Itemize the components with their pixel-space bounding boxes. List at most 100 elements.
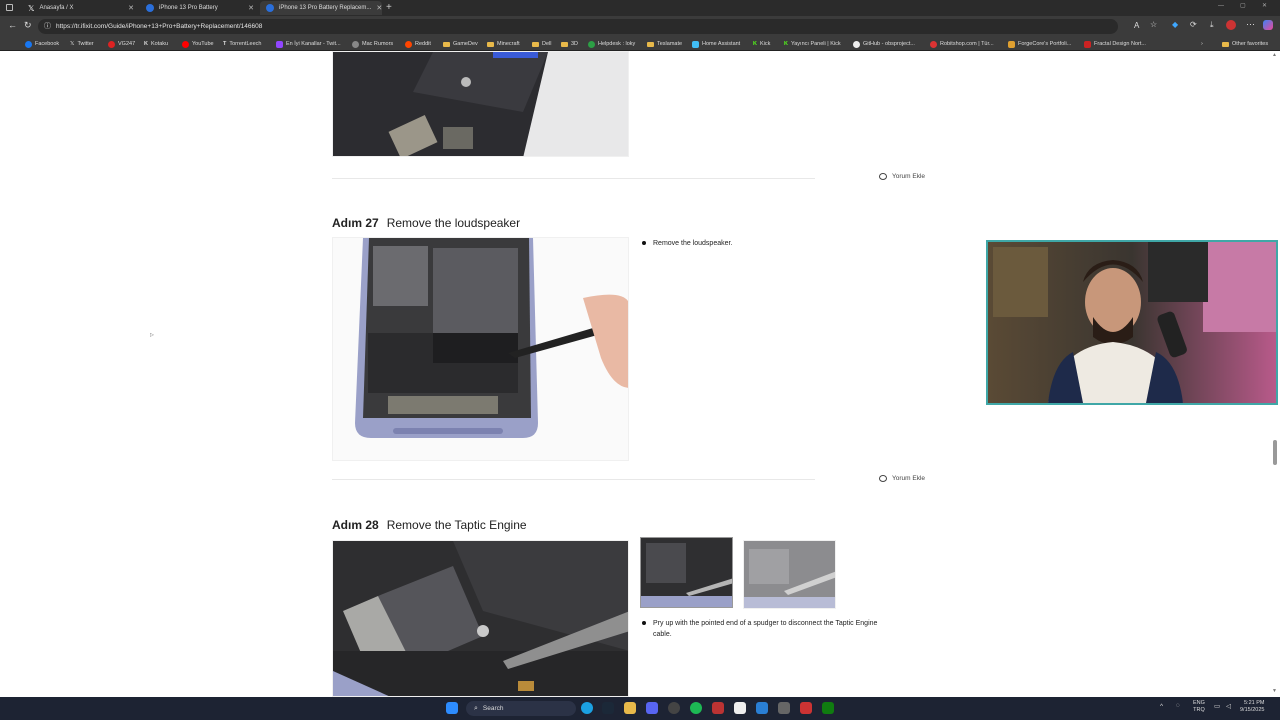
bookmark-yayinci-paneli[interactable]: K Yayıncı Paneli | Kick [784, 39, 841, 49]
more-menu-icon[interactable]: ⋯ [1246, 19, 1255, 30]
bookmark-home-assistant[interactable]: Home Assistant [692, 39, 740, 49]
refresh-icon[interactable]: ↻ [24, 20, 32, 31]
bookmark-twitter[interactable]: 𝕏 Twitter [70, 39, 94, 49]
spotify-icon[interactable] [690, 702, 702, 714]
bookmark-label: VG247 [118, 41, 136, 47]
step-27-image[interactable] [332, 237, 629, 461]
tray-icon[interactable]: ◌ [1176, 702, 1180, 709]
tab-x[interactable]: 𝕏 Anasayfa / X ✕ [22, 1, 140, 15]
bookmark-torrentleech[interactable]: T TorrentLeech [223, 39, 261, 49]
steam-icon[interactable] [602, 702, 614, 714]
scroll-thumb[interactable] [1273, 440, 1277, 465]
step-number: Adım 28 [332, 518, 379, 532]
bookmark-label: Helpdesk : loky [598, 41, 636, 47]
bookmark-3d[interactable]: 3D [561, 39, 578, 49]
app-icon[interactable] [712, 702, 724, 714]
app-icon[interactable] [756, 702, 768, 714]
bookmark-en-iyi-kanallar[interactable]: En İyi Kanallar - Twit... [276, 39, 341, 49]
bookmark-label: 3D [571, 41, 579, 47]
obs-icon[interactable] [668, 702, 680, 714]
folder-icon [532, 41, 539, 47]
twitch-icon [276, 40, 283, 48]
date: 9/15/2025 [1240, 707, 1265, 713]
copilot-icon[interactable] [1263, 20, 1273, 30]
bookmark-label: En İyi Kanallar - Twit... [286, 41, 341, 47]
bookmark-minecraft[interactable]: Minecraft [487, 39, 520, 49]
bookmark-label: YouTube [192, 41, 214, 47]
folder-icon[interactable] [624, 702, 636, 714]
language-indicator[interactable]: ENG TRQ [1193, 700, 1205, 714]
maximize-button[interactable]: ▢ [1240, 2, 1246, 9]
close-icon[interactable]: ✕ [128, 4, 134, 12]
windows-start-icon[interactable] [446, 702, 458, 714]
xbox-icon[interactable] [822, 702, 834, 714]
bookmark-kick[interactable]: K Kick [753, 39, 770, 49]
network-icon[interactable]: ▭ [1214, 702, 1220, 710]
bookmark-youtube[interactable]: YouTube [182, 39, 214, 49]
back-icon[interactable]: ← [8, 20, 17, 30]
step-26-image[interactable] [332, 51, 629, 157]
taskbar: ⌕ Search ^ ◌ ENG TRQ ▭ ◁ 5:21 PM 9/15/20… [0, 697, 1280, 720]
bookmark-github[interactable]: GitHub - obsproject... [853, 39, 915, 49]
home-assistant-icon [692, 40, 699, 48]
bookmark-teslamate[interactable]: Teslamate [647, 39, 682, 49]
tray-chevron-icon[interactable]: ^ [1160, 703, 1163, 710]
site-info-icon[interactable]: ⓘ [44, 19, 51, 34]
scroll-up-icon[interactable]: ▲ [1272, 52, 1277, 58]
thumbnail-illustration [641, 538, 732, 607]
bookmark-forgecore[interactable]: ForgeCore's Portfoli... [1008, 39, 1071, 49]
bookmark-reddit[interactable]: Reddit [405, 39, 431, 49]
step-28-thumbnail-1[interactable] [640, 537, 733, 608]
taskbar-search[interactable]: ⌕ Search [466, 701, 576, 716]
step-number: Adım 27 [332, 216, 379, 230]
scroll-down-icon[interactable]: ▼ [1272, 688, 1277, 694]
bookmark-gamedev[interactable]: GameDev [443, 39, 478, 49]
bookmark-label: Twitter [77, 41, 94, 47]
comment-icon [879, 475, 887, 482]
add-comment-button[interactable]: Yorum Ekle [879, 173, 925, 180]
bookmark-label: Mac Rumors [362, 41, 394, 47]
extension-icon[interactable]: ◆ [1172, 20, 1178, 29]
bookmark-label: Minecraft [497, 41, 520, 47]
bookmark-label: Teslamate [657, 41, 683, 47]
bookmark-mac-rumors[interactable]: Mac Rumors [352, 39, 393, 49]
app-icon[interactable] [800, 702, 812, 714]
search-icon: ⌕ [474, 704, 478, 712]
bookmark-helpdesk[interactable]: Helpdesk : loky [588, 39, 635, 49]
tab-actions-icon[interactable] [6, 4, 13, 11]
close-icon[interactable]: ✕ [248, 4, 254, 12]
new-tab-button[interactable]: + [386, 2, 392, 13]
browser-window: 𝕏 Anasayfa / X ✕ iPhone 13 Pro Battery ✕… [0, 0, 1280, 720]
clock[interactable]: 5:21 PM 9/15/2025 [1240, 700, 1264, 714]
bookmark-kotaku[interactable]: K Kotaku [144, 39, 168, 49]
tab-battery-replacement[interactable]: iPhone 13 Pro Battery Replacem... ✕ [260, 1, 382, 15]
time: 5:21 PM [1243, 700, 1265, 706]
add-comment-button[interactable]: Yorum Ekle [879, 475, 925, 482]
refresh-extension-icon[interactable]: ⟳ [1190, 20, 1197, 29]
bookmark-fractal-design[interactable]: Fractal Design Nort... [1084, 39, 1146, 49]
app-icon[interactable] [734, 702, 746, 714]
folder-icon [561, 41, 568, 47]
read-aloud-icon[interactable]: A [1134, 21, 1139, 30]
minimize-button[interactable]: — [1218, 3, 1224, 9]
app-icon[interactable] [778, 702, 790, 714]
url-field[interactable]: ⓘ https://tr.ifixit.com/Guide/iPhone+13+… [38, 19, 1118, 34]
discord-icon[interactable] [646, 702, 658, 714]
taptic-engine-illustration [333, 541, 628, 696]
profile-avatar[interactable] [1226, 20, 1236, 30]
bookmark-vg247[interactable]: VG247 [108, 39, 135, 49]
step-28-image[interactable] [332, 540, 629, 697]
volume-icon[interactable]: ◁ [1226, 702, 1231, 710]
bookmark-robitshop[interactable]: Robitshop.com | Tür... [930, 39, 994, 49]
step-28-thumbnail-2[interactable] [743, 540, 836, 609]
bookmarks-overflow-icon[interactable]: › [1201, 39, 1203, 49]
tab-battery[interactable]: iPhone 13 Pro Battery ✕ [140, 1, 260, 15]
favorite-star-icon[interactable]: ☆ [1150, 20, 1157, 29]
download-icon[interactable]: ⤓ [1210, 20, 1214, 30]
bookmark-dell[interactable]: Dell [532, 39, 551, 49]
bookmark-facebook[interactable]: Facebook [25, 39, 59, 49]
bookmark-other-favorites[interactable]: Other favorites [1222, 39, 1268, 49]
edge-icon[interactable] [581, 702, 593, 714]
window-close-button[interactable]: ✕ [1262, 2, 1267, 9]
close-icon[interactable]: ✕ [376, 4, 382, 12]
